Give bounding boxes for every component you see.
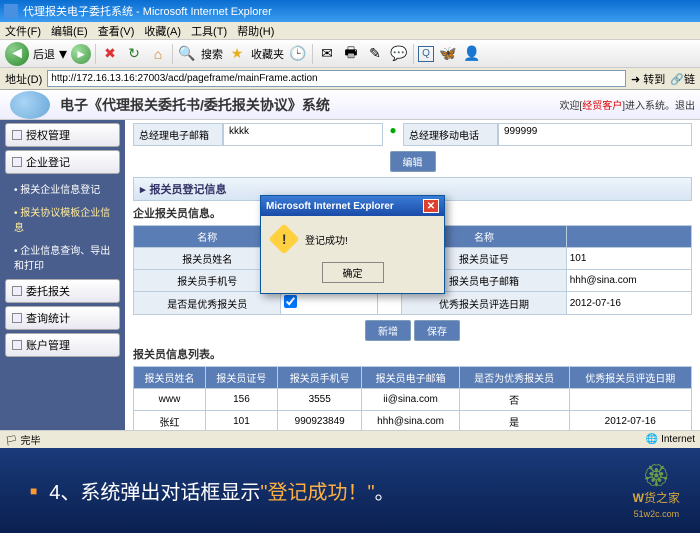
sidebar-sub-1[interactable]: • 报关协议模板企业信息	[0, 200, 125, 238]
favorites-label: 收藏夹	[251, 46, 284, 62]
sidebar: 授权管理 企业登记 • 报关企业信息登记 • 报关协议模板企业信息 • 企业信息…	[0, 120, 125, 430]
bullet-icon: ■	[30, 484, 37, 498]
plugin3-icon[interactable]: 👤	[462, 44, 482, 64]
search-label: 搜索	[201, 46, 223, 62]
dialog-message: 登记成功!	[305, 232, 348, 247]
sidebar-item-entrust[interactable]: 委托报关	[5, 279, 120, 303]
folder-icon	[12, 157, 22, 167]
edit-button[interactable]: 编辑	[390, 151, 436, 172]
statusbar: 🏳 完毕 🌐 Internet	[0, 430, 700, 448]
edit-icon[interactable]: ✎	[365, 44, 385, 64]
window-title: 代理报关电子委托系统 - Microsoft Internet Explorer	[23, 3, 272, 19]
sidebar-item-auth[interactable]: 授权管理	[5, 123, 120, 147]
sidebar-sub-2[interactable]: • 企业信息查询、导出和打印	[0, 238, 125, 276]
mail-icon[interactable]: ✉	[317, 44, 337, 64]
address-url: http://172.16.13.16:27003/acd/pageframe/…	[51, 73, 317, 84]
alert-dialog: Microsoft Internet Explorer ✕ ! 登记成功! 确定	[260, 195, 445, 294]
folder-icon	[12, 130, 22, 140]
folder-icon	[12, 340, 22, 350]
links-label[interactable]: 🔗链	[670, 71, 695, 87]
sidebar-sub-0[interactable]: • 报关企业信息登记	[0, 177, 125, 200]
sidebar-item-query[interactable]: 查询统计	[5, 306, 120, 330]
table-row[interactable]: www1563555ii@sina.com否	[134, 389, 692, 411]
app-logo-icon	[10, 91, 50, 119]
gm-mobile-input[interactable]: 999999	[498, 123, 692, 146]
print-icon[interactable]: 🖶	[341, 44, 361, 64]
warning-icon: !	[268, 223, 299, 254]
app-title: 电子《代理报关委托书/委托报关协议》系统	[60, 95, 330, 115]
save-button[interactable]: 保存	[414, 320, 460, 341]
menu-edit[interactable]: 编辑(E)	[51, 23, 88, 39]
back-label: 后退	[33, 46, 55, 62]
menu-tools[interactable]: 工具(T)	[191, 23, 227, 39]
sidebar-item-register[interactable]: 企业登记	[5, 150, 120, 174]
sidebar-item-account[interactable]: 账户管理	[5, 333, 120, 357]
home-icon[interactable]: ⌂	[148, 44, 168, 64]
back-button[interactable]: ◄	[5, 42, 29, 66]
evaldate-input[interactable]: 2012-07-16	[566, 292, 691, 315]
caption-text: 4、系统弹出对话框显示"登记成功！"。	[49, 476, 394, 505]
evaldate-label: 优秀报关员评选日期	[402, 292, 566, 315]
excellent-label: 是否是优秀报关员	[134, 292, 281, 315]
close-icon[interactable]: ✕	[423, 199, 439, 213]
welcome-text: 欢迎[经贸客户]进入系统。退出	[559, 97, 695, 112]
folder-icon	[12, 313, 22, 323]
wreath-icon: 🏵	[642, 463, 670, 488]
app-header: 电子《代理报关委托书/委托报关协议》系统 欢迎[经贸客户]进入系统。退出	[0, 90, 700, 120]
brand-logo: 🏵 W货之家 51w2c.com	[633, 463, 680, 520]
address-input[interactable]: http://172.16.13.16:27003/acd/pageframe/…	[47, 70, 626, 87]
status-text: 🏳 完毕	[5, 432, 40, 447]
list-head: 报关员信息列表。	[133, 346, 692, 362]
dialog-title: Microsoft Internet Explorer	[266, 201, 394, 212]
slide-caption: ■ 4、系统弹出对话框显示"登记成功！"。 🏵 W货之家 51w2c.com	[0, 448, 700, 533]
discuss-icon[interactable]: 💬	[389, 44, 409, 64]
phone-label: 报关员手机号	[134, 270, 281, 292]
cert-input[interactable]: 101	[566, 248, 691, 270]
gm-email-label: 总经理电子邮箱	[133, 123, 223, 146]
gm-mobile-label: 总经理移动电话	[403, 123, 498, 146]
go-button[interactable]: ➜ 转到	[631, 71, 665, 87]
gm-email-input[interactable]: kkkk	[223, 123, 383, 146]
name-label: 报关员姓名	[134, 248, 281, 270]
zone-text: 🌐 Internet	[646, 434, 695, 445]
stop-icon[interactable]: ✖	[100, 44, 120, 64]
email-input[interactable]: hhh@sina.com	[566, 270, 691, 292]
favicon-icon	[4, 4, 18, 18]
toolbar: ◄ 后退 ▾ ► ✖ ↻ ⌂ 🔍 搜索 ★ 收藏夹 🕒 ✉ 🖶 ✎ 💬 Q 🦋 …	[0, 40, 700, 68]
menu-file[interactable]: 文件(F)	[5, 23, 41, 39]
table-row[interactable]: 张红101990923849hhh@sina.com是2012-07-16	[134, 411, 692, 431]
forward-button[interactable]: ►	[71, 44, 91, 64]
dialog-titlebar: Microsoft Internet Explorer ✕	[261, 196, 444, 216]
refresh-icon[interactable]: ↻	[124, 44, 144, 64]
folder-icon	[12, 286, 22, 296]
check-icon: ●	[383, 123, 403, 146]
menubar: 文件(F) 编辑(E) 查看(V) 收藏(A) 工具(T) 帮助(H)	[0, 22, 700, 40]
window-titlebar: 代理报关电子委托系统 - Microsoft Internet Explorer	[0, 0, 700, 22]
history-icon[interactable]: 🕒	[288, 44, 308, 64]
add-button[interactable]: 新增	[365, 320, 411, 341]
plugin1-icon[interactable]: Q	[418, 46, 434, 62]
addressbar: 地址(D) http://172.16.13.16:27003/acd/page…	[0, 68, 700, 90]
list-table: 报关员姓名报关员证号报关员手机号报关员电子邮箱是否为优秀报关员优秀报关员评选日期…	[133, 366, 692, 430]
excellent-checkbox[interactable]	[284, 295, 297, 308]
plugin2-icon[interactable]: 🦋	[438, 44, 458, 64]
menu-favorites[interactable]: 收藏(A)	[144, 23, 181, 39]
menu-help[interactable]: 帮助(H)	[237, 23, 274, 39]
menu-view[interactable]: 查看(V)	[98, 23, 135, 39]
address-label: 地址(D)	[5, 71, 42, 87]
search-icon[interactable]: 🔍	[177, 44, 197, 64]
favorites-icon[interactable]: ★	[227, 44, 247, 64]
ok-button[interactable]: 确定	[322, 262, 384, 283]
